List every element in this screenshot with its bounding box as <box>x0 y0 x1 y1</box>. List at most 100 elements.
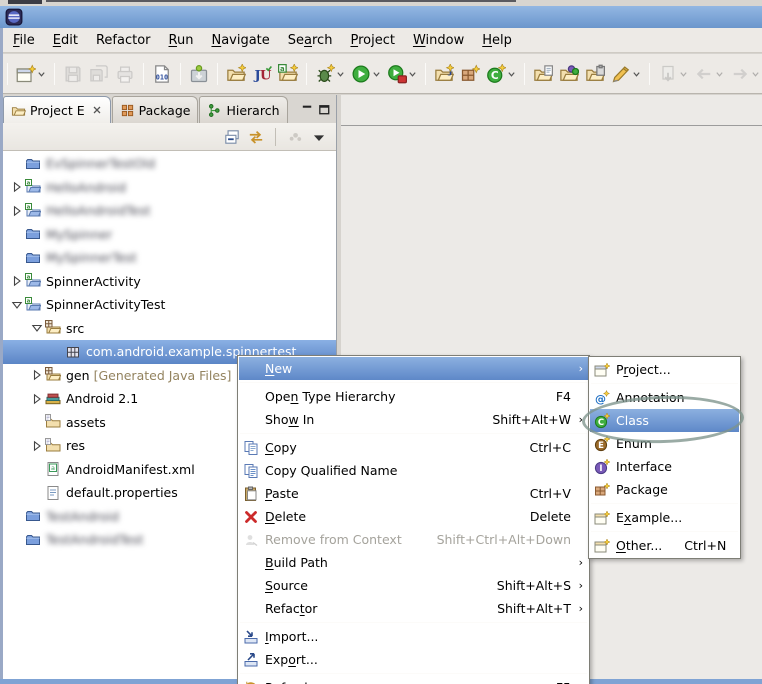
folder-closed-icon <box>25 508 41 524</box>
dropdown-chevron-icon[interactable] <box>372 66 381 82</box>
tree-expanded-arrow-icon[interactable] <box>29 320 45 336</box>
tree-item-myspinner[interactable]: MySpinner <box>3 223 336 247</box>
new-java-wizard-button[interactable] <box>223 62 249 86</box>
context-menu-item-paste[interactable]: PasteCtrl+V <box>239 482 588 505</box>
new-submenu-item-annotation[interactable]: @Annotation <box>590 386 739 409</box>
collapse-all-button[interactable] <box>223 128 241 146</box>
eclipse-logo-icon <box>5 8 23 26</box>
dropdown-chevron-icon[interactable] <box>408 66 417 82</box>
dropdown-chevron-icon[interactable] <box>715 66 724 82</box>
binary-file-button[interactable]: 010 <box>149 62 175 86</box>
context-menu-item-open-type-hierarchy[interactable]: Open Type Hierarchy F4 <box>239 385 588 408</box>
dropdown-chevron-icon[interactable] <box>336 66 345 82</box>
folder-document-button[interactable] <box>530 62 556 86</box>
menu-item-label: Project... <box>616 362 671 377</box>
tree-item-evspinnertestold[interactable]: EvSpinnerTestOld <box>3 152 336 176</box>
new-android-project-button[interactable]: a <box>275 62 301 86</box>
tree-item-src[interactable]: src <box>3 317 336 341</box>
tab-close-icon[interactable] <box>91 104 103 116</box>
tree-item-myspinnertest[interactable]: MySpinnerTest <box>3 246 336 270</box>
maximize-view-button[interactable] <box>317 102 332 117</box>
run-button[interactable] <box>348 62 384 86</box>
context-menu-item-source[interactable]: SourceShift+Alt+S› <box>239 574 588 597</box>
menubar-item-run[interactable]: Run <box>160 31 203 50</box>
android-install-button[interactable] <box>186 62 212 86</box>
menu-item-label: Class <box>616 413 649 428</box>
tab-package[interactable]: Package <box>112 96 199 123</box>
tab-hierarch[interactable]: Hierarch <box>199 96 287 123</box>
new-class-toolbar-button[interactable]: C <box>483 62 519 86</box>
folder-clipboard-button[interactable] <box>582 62 608 86</box>
new-submenu-item-class[interactable]: CClass <box>590 409 739 432</box>
new-submenu-item-interface[interactable]: IInterface <box>590 455 739 478</box>
link-with-editor-button[interactable] <box>247 128 265 146</box>
tree-collapsed-arrow-icon[interactable] <box>9 179 25 195</box>
context-menu-item-refactor[interactable]: RefactorShift+Alt+T› <box>239 597 588 620</box>
debug-button[interactable] <box>312 62 348 86</box>
new-android-project-icon: a <box>278 64 298 84</box>
new-submenu-item-enum[interactable]: EEnum <box>590 432 739 455</box>
context-menu-item-new[interactable]: New› <box>239 357 588 380</box>
tree-item-helloandroid[interactable]: aHelloAndroid <box>3 176 336 200</box>
new-submenu-item-example[interactable]: Example... <box>590 506 739 529</box>
new-junit-test-button[interactable]: JU <box>249 62 275 86</box>
folder-spheres-button[interactable] <box>556 62 582 86</box>
dropdown-chevron-icon[interactable] <box>632 66 641 82</box>
menubar-item-refactor[interactable]: Refactor <box>87 31 160 50</box>
tree-collapsed-arrow-icon[interactable] <box>9 203 25 219</box>
context-menu-item-copy-qualified-name[interactable]: Copy Qualified Name <box>239 459 588 482</box>
dropdown-chevron-icon[interactable] <box>507 66 516 82</box>
context-menu-item-delete[interactable]: DeleteDelete <box>239 505 588 528</box>
dropdown-chevron-icon[interactable] <box>679 66 688 82</box>
view-menu-button[interactable] <box>310 128 328 146</box>
tab-project-e[interactable]: Project E <box>3 96 111 123</box>
menu-item-shortcut: F4 <box>534 389 571 404</box>
new-interface-icon: I <box>594 459 616 475</box>
menubar-item-search[interactable]: Search <box>279 31 342 50</box>
tree-collapsed-arrow-icon[interactable] <box>29 367 45 383</box>
new-java-project-button[interactable]: J <box>431 62 457 86</box>
tree-collapsed-arrow-icon[interactable] <box>29 391 45 407</box>
window-titlebar[interactable] <box>0 6 762 28</box>
menubar-item-file[interactable]: File <box>4 31 44 50</box>
new-class-icon: C <box>594 413 616 429</box>
tree-collapsed-arrow-icon[interactable] <box>29 438 45 454</box>
run-external-button[interactable] <box>384 62 420 86</box>
view-tab-bar: Project EPackageHierarch <box>3 95 336 123</box>
new-submenu-item-other[interactable]: Other...Ctrl+N <box>590 534 739 557</box>
save-all-icon <box>89 64 109 84</box>
menu-item-label: Open Type Hierarchy <box>265 389 395 404</box>
tree-item-label: HelloAndroid <box>46 180 126 195</box>
menubar-item-help[interactable]: Help <box>473 31 521 50</box>
tree-item-helloandroidtest[interactable]: aHelloAndroidTest <box>3 199 336 223</box>
menubar-item-project[interactable]: Project <box>341 31 404 50</box>
tree-item-spinneractivity[interactable]: aSpinnerActivity <box>3 270 336 294</box>
new-wizard-button[interactable] <box>13 62 49 86</box>
view-toolbar <box>3 123 336 151</box>
minimize-view-button[interactable] <box>300 102 315 117</box>
dropdown-chevron-icon[interactable] <box>37 66 46 82</box>
toolbar-separator <box>524 63 525 85</box>
context-menu-item-export[interactable]: Export... <box>239 648 588 671</box>
context-menu-item-refresh[interactable]: RefreshF5 <box>239 676 588 684</box>
menubar-item-navigate[interactable]: Navigate <box>202 31 278 50</box>
tree-arrow-spacer <box>9 508 25 524</box>
dropdown-chevron-icon[interactable] <box>751 66 760 82</box>
tree-collapsed-arrow-icon[interactable] <box>9 273 25 289</box>
marker-pen-button[interactable] <box>608 62 644 86</box>
new-submenu-item-project[interactable]: Project... <box>590 358 739 381</box>
main-toolbar: 010 JUa J C <box>0 54 762 94</box>
tree-expanded-arrow-icon[interactable] <box>9 297 25 313</box>
menubar-item-window[interactable]: Window <box>404 31 473 50</box>
tree-item-decoration: [Generated Java Files] <box>94 368 232 383</box>
submenu-arrow-icon: › <box>571 362 583 375</box>
new-package-toolbar-button[interactable] <box>457 62 483 86</box>
context-menu-item-copy[interactable]: CopyCtrl+C <box>239 436 588 459</box>
tree-item-spinneractivitytest[interactable]: aSpinnerActivityTest <box>3 293 336 317</box>
new-submenu-item-package[interactable]: Package <box>590 478 739 501</box>
menu-item-label: Refactor <box>265 601 317 616</box>
menubar-item-edit[interactable]: Edit <box>44 31 87 50</box>
context-menu-item-show-in[interactable]: Show InShift+Alt+W› <box>239 408 588 431</box>
context-menu-item-import[interactable]: Import... <box>239 625 588 648</box>
context-menu-item-build-path[interactable]: Build Path› <box>239 551 588 574</box>
